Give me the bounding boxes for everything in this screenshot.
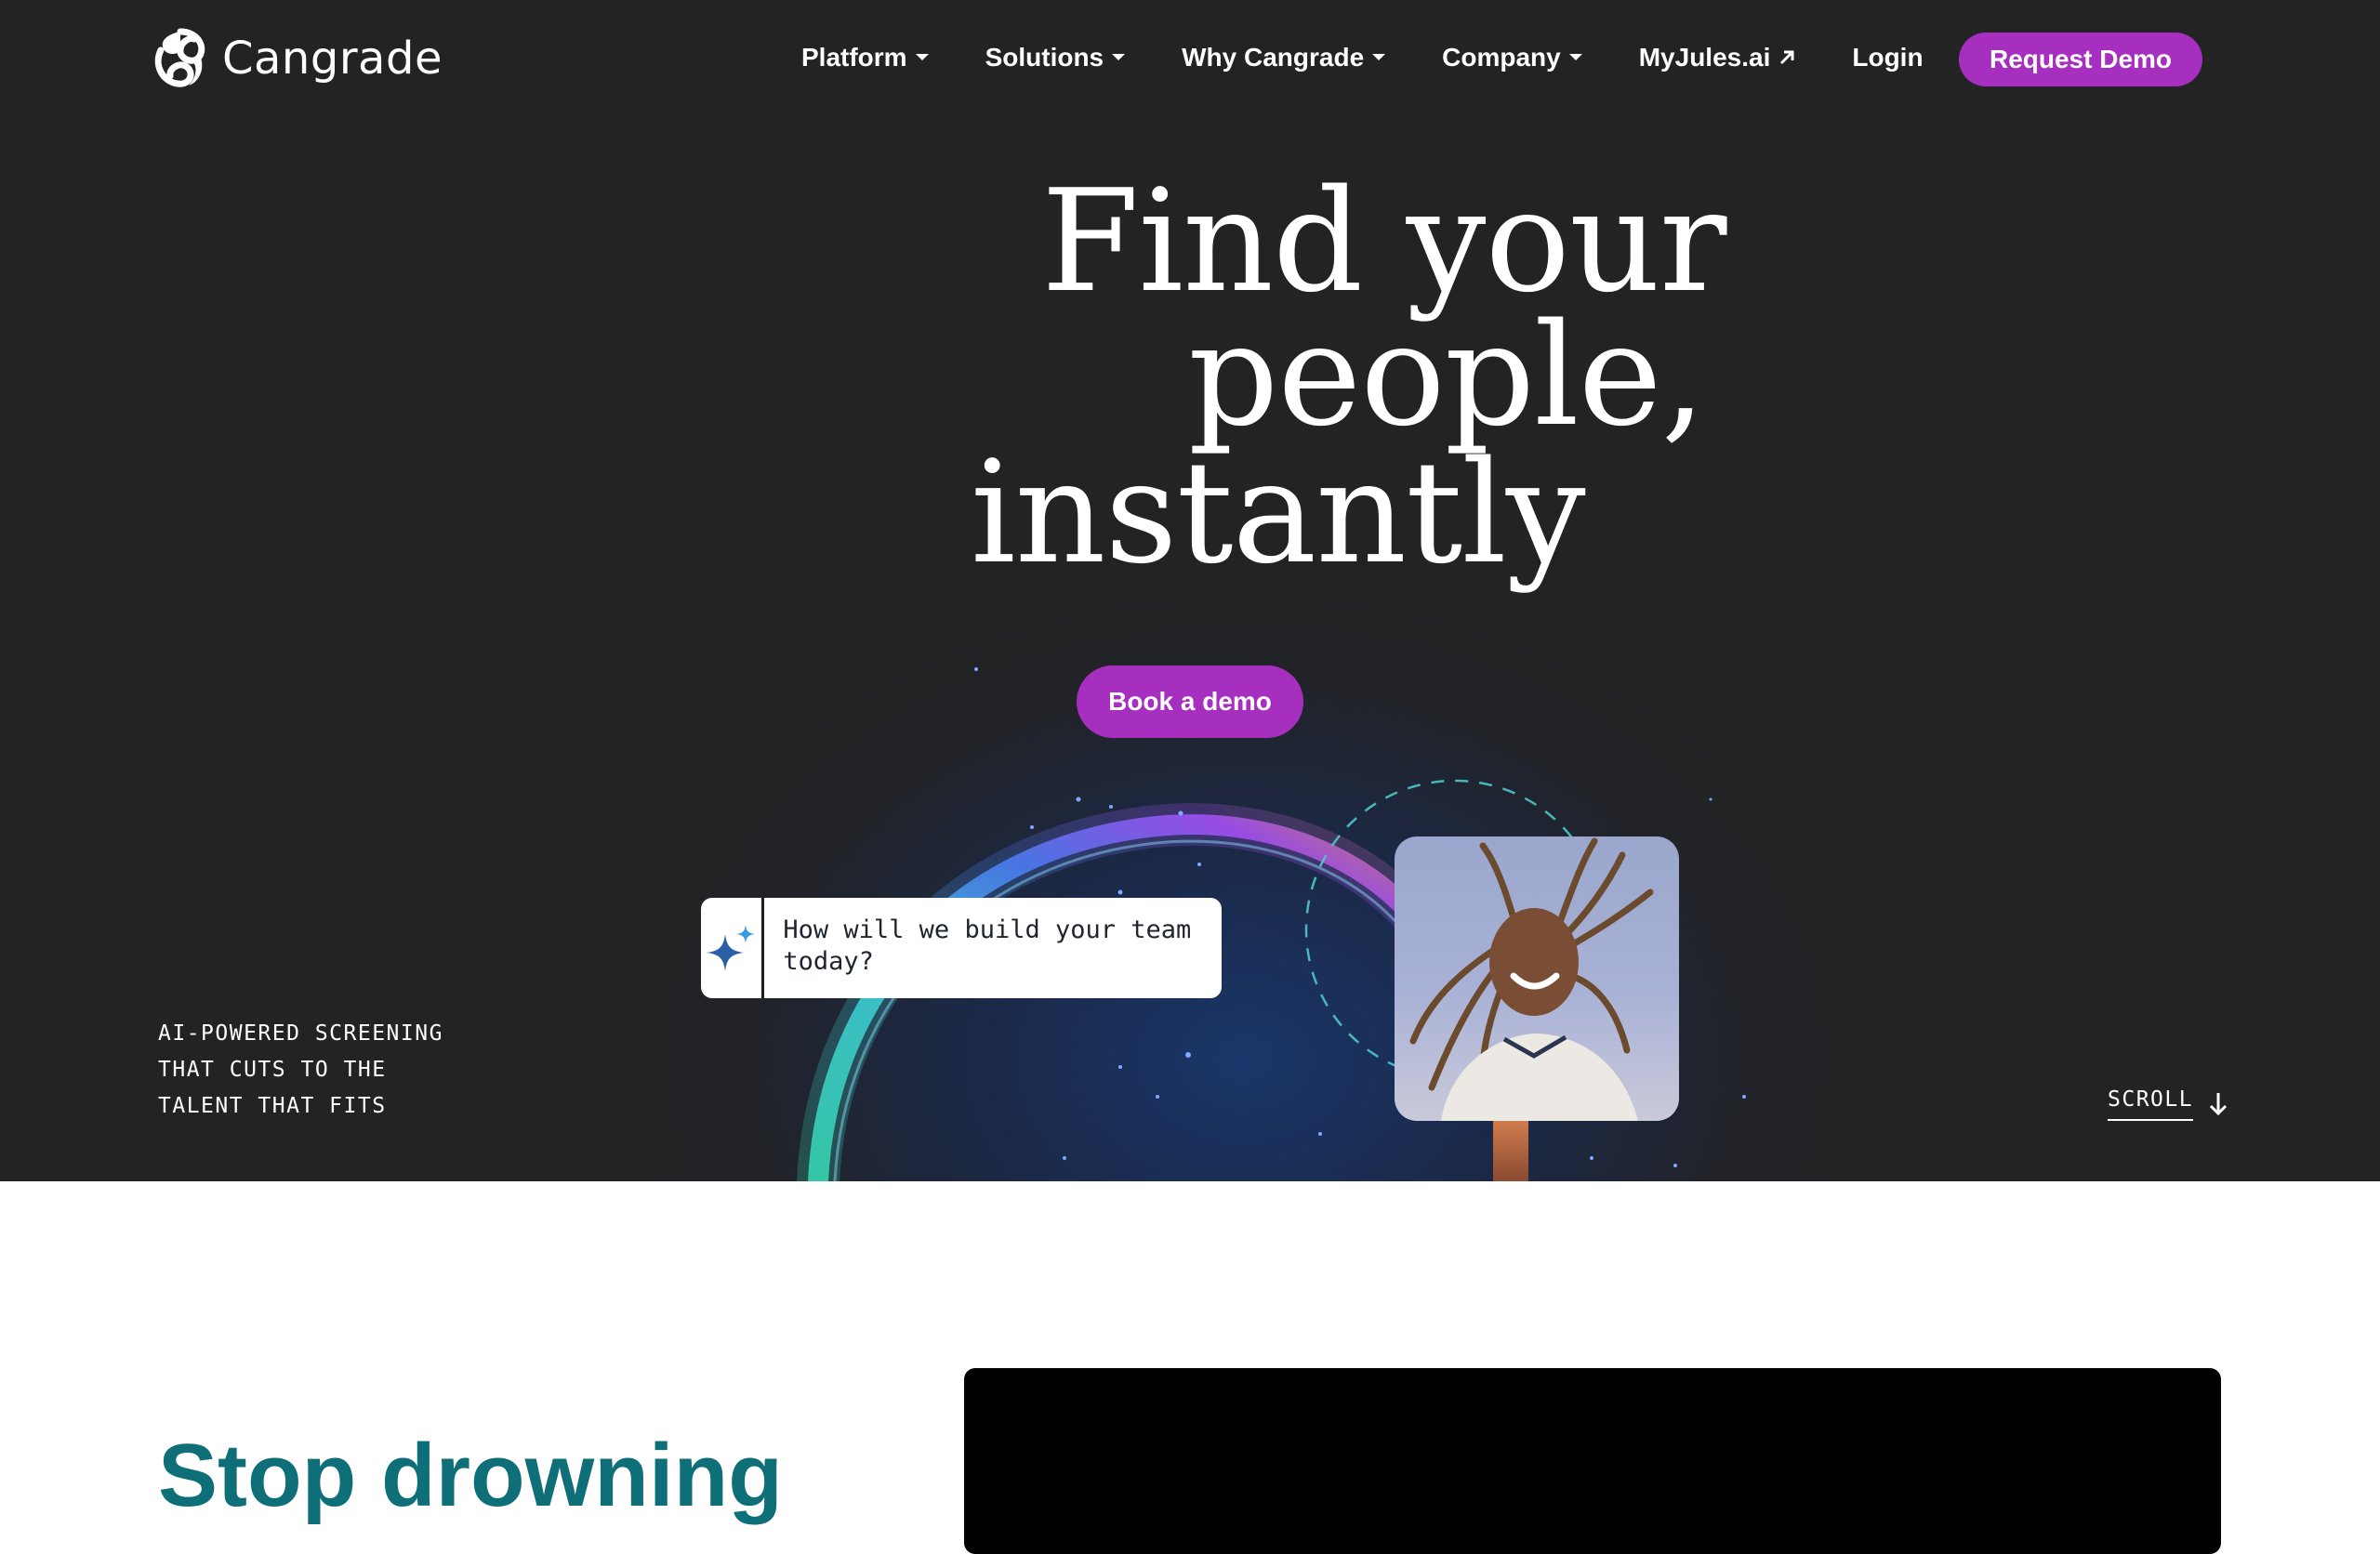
brand-name: Cangrade bbox=[222, 33, 443, 85]
external-link-icon bbox=[1780, 50, 1794, 65]
hero-tagline: AI-POWERED SCREENING THAT CUTS TO THE TA… bbox=[158, 1016, 465, 1125]
caret-down-icon bbox=[1112, 54, 1126, 60]
main-nav: Platform Solutions Why Cangrade Company … bbox=[801, 35, 1924, 80]
arrow-down-icon bbox=[2210, 1093, 2228, 1116]
book-demo-button[interactable]: Book a demo bbox=[1077, 665, 1303, 738]
headline-line-3: instantly bbox=[971, 430, 1586, 595]
nav-item-solutions[interactable]: Solutions bbox=[985, 43, 1127, 72]
portrait-illustration bbox=[1409, 837, 1654, 1121]
nav-item-label: Why Cangrade bbox=[1182, 43, 1365, 72]
nav-item-company[interactable]: Company bbox=[1442, 43, 1583, 72]
nav-item-myjules[interactable]: MyJules.ai bbox=[1639, 43, 1797, 72]
sparkle-icon bbox=[706, 925, 755, 971]
hero-section: Cangrade Platform Solutions Why Cangrade… bbox=[0, 0, 2380, 1181]
scroll-label: SCROLL bbox=[2108, 1087, 2194, 1121]
nav-item-label: Company bbox=[1442, 43, 1561, 72]
nav-item-why-cangrade[interactable]: Why Cangrade bbox=[1182, 43, 1386, 72]
nav-item-label: Solutions bbox=[985, 43, 1104, 72]
nav-item-label: Login bbox=[1852, 43, 1924, 72]
nav-item-platform[interactable]: Platform bbox=[801, 43, 930, 72]
brand-logo[interactable]: Cangrade bbox=[152, 28, 443, 89]
video-player[interactable] bbox=[964, 1368, 2221, 1554]
hero-portrait-image bbox=[1395, 836, 1679, 1121]
caret-down-icon bbox=[915, 54, 929, 60]
caret-down-icon bbox=[1568, 54, 1582, 60]
chat-prompt-text: How will we build your team today? bbox=[783, 915, 1192, 976]
section-title: Stop drowning bbox=[158, 1426, 783, 1525]
nav-item-label: MyJules.ai bbox=[1638, 43, 1771, 72]
headline-line-2: people, bbox=[1188, 293, 1706, 457]
chat-icon-box bbox=[701, 898, 765, 998]
scroll-indicator[interactable]: SCROLL bbox=[2108, 1087, 2228, 1121]
chat-prompt-card[interactable]: How will we build your team today? bbox=[701, 898, 1222, 998]
nav-item-login[interactable]: Login bbox=[1852, 43, 1923, 72]
caret-down-icon bbox=[1372, 54, 1386, 60]
request-demo-button[interactable]: Request Demo bbox=[1959, 33, 2202, 86]
nav-item-label: Platform bbox=[801, 43, 907, 72]
cangrade-logo-icon bbox=[154, 28, 205, 87]
headline-line-1: Find your bbox=[1041, 159, 1727, 323]
tagline-text: AI-POWERED SCREENING THAT CUTS TO THE TA… bbox=[158, 1021, 443, 1118]
